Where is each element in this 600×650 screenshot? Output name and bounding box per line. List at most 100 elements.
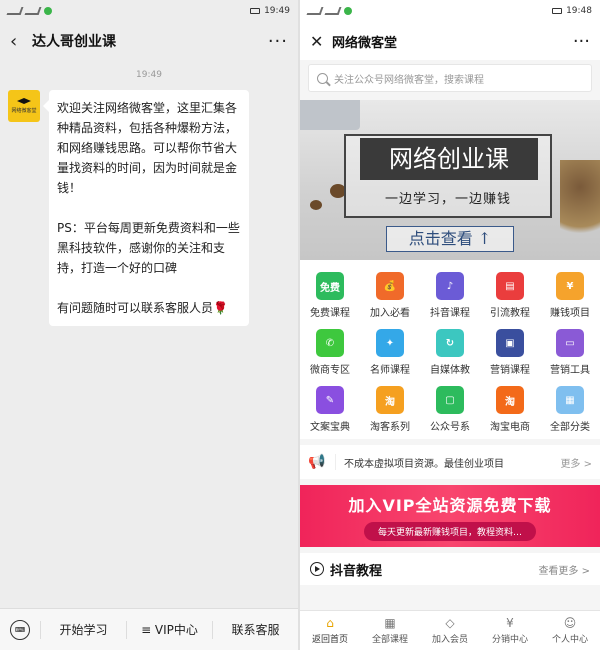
notice-bar[interactable]: 📢 不成本虚拟项目资源。最佳创业项目 更多 > [300, 445, 600, 479]
avatar-text: 网络微客堂 [11, 108, 37, 114]
message-paragraph: PS：平台每周更新免费资料和一些黑科技软件，感谢你的关注和支持，打造一个好的口碑 [57, 221, 240, 275]
status-time: 19:49 [264, 6, 290, 16]
category-label: 淘宝电商 [490, 422, 530, 433]
category-item[interactable]: ▣ 营销课程 [480, 329, 540, 376]
chat-navbar: ‹ 达人哥创业课 ··· [0, 22, 298, 60]
status-right-group: 19:48 [552, 6, 592, 16]
webpage-pane: 19:48 ✕ 网络微客堂 ··· 关注公众号网络微客堂，搜索课程 网络创业课 … [300, 0, 600, 650]
message-paragraph: 有问题随时可以联系客服人员🌹 [57, 301, 228, 315]
category-item[interactable]: 淘淘宝电商 [480, 386, 540, 433]
category-icon: ▤ [496, 272, 524, 300]
category-icon: ♪ [436, 272, 464, 300]
category-label: 淘客系列 [370, 422, 410, 433]
category-icon: 免费 [316, 272, 344, 300]
status-signal-group [6, 7, 52, 15]
tab-icon: ◇ [445, 616, 455, 630]
tab-label: 全部课程 [371, 635, 408, 645]
tab-icon: ▦ [384, 616, 396, 630]
category-item[interactable]: ¥ 赚钱项目 [540, 272, 600, 319]
category-icon: 淘 [496, 386, 524, 414]
tab-item[interactable]: ☺ 个人中心 [540, 611, 600, 650]
banner-cta-button[interactable]: 点击查看 ↑ [386, 226, 514, 252]
category-item[interactable]: ▦ 全部分类 [540, 386, 600, 433]
category-label: 免费课程 [310, 308, 350, 319]
tab-label: 返回首页 [311, 635, 348, 645]
category-icon: 淘 [376, 386, 404, 414]
category-icon: ▦ [556, 386, 584, 414]
page-title: 网络微客堂 [332, 35, 398, 51]
category-item[interactable]: ✦ 名师课程 [360, 329, 420, 376]
tab-label: 加入会员 [431, 635, 468, 645]
category-label: 营销课程 [490, 365, 530, 376]
menu-start-learning[interactable]: 开始学习 [40, 620, 126, 639]
banner-headline: 网络创业课 [360, 138, 538, 180]
promo-banner[interactable]: 网络创业课 一边学习，一边赚钱 点击查看 ↑ [300, 100, 600, 260]
wechat-icon [44, 7, 52, 15]
vip-banner[interactable]: 加入VIP全站资源免费下载 每天更新最新赚钱项目，教程资料… [300, 485, 600, 547]
category-item[interactable]: ✆ 微商专区 [300, 329, 360, 376]
status-right-group: 19:49 [250, 6, 290, 16]
tab-item[interactable]: ◇ 加入会员 [420, 611, 480, 650]
category-item[interactable]: ↻ 自媒体教 [420, 329, 480, 376]
category-label: 抖音课程 [430, 308, 470, 319]
more-icon[interactable]: ··· [573, 31, 590, 52]
category-label: 全部分类 [550, 422, 590, 433]
play-icon [310, 562, 324, 576]
battery-icon [552, 8, 563, 14]
menu-contact-service[interactable]: 联系客服 [212, 620, 298, 639]
graduation-cap-icon [17, 98, 31, 104]
tab-item[interactable]: ⌂ 返回首页 [300, 611, 360, 650]
plant-decoration [560, 160, 600, 250]
signal-icon [24, 7, 42, 15]
search-input[interactable]: 关注公众号网络微客堂，搜索课程 [308, 64, 592, 92]
category-item[interactable]: ▢ 公众号系 [420, 386, 480, 433]
category-label: 自媒体教 [430, 365, 470, 376]
tab-icon: ☺ [563, 616, 577, 630]
close-icon[interactable]: ✕ [310, 32, 332, 51]
category-icon: ▭ [556, 329, 584, 357]
category-item[interactable]: ✎ 文案宝典 [300, 386, 360, 433]
category-label: 引流教程 [490, 308, 530, 319]
category-icon: 💰 [376, 272, 404, 300]
notice-text: 不成本虚拟项目资源。最佳创业项目 [344, 458, 504, 470]
category-item[interactable]: ▭ 营销工具 [540, 329, 600, 376]
web-navbar: ✕ 网络微客堂 ··· [300, 22, 600, 60]
message-row: 网络微客堂 欢迎关注网络微客堂，这里汇集各种精品资料，包括各种爆粉方法，和网络赚… [8, 90, 290, 326]
message-paragraph: 欢迎关注网络微客堂，这里汇集各种精品资料，包括各种爆粉方法，和网络赚钱思路。可以… [57, 101, 238, 195]
nut-decoration [310, 200, 322, 210]
avatar[interactable]: 网络微客堂 [8, 90, 40, 122]
tab-icon: ¥ [506, 616, 514, 630]
tab-label: 个人中心 [551, 635, 588, 645]
wechat-icon [344, 7, 352, 15]
menu-vip-center[interactable]: ≡ VIP中心 [126, 620, 212, 639]
more-icon[interactable]: ··· [268, 31, 288, 52]
notice-more-link[interactable]: 更多 > [560, 455, 592, 470]
category-label: 名师课程 [370, 365, 410, 376]
laptop-image [300, 100, 360, 130]
tab-icon: ⌂ [326, 616, 334, 630]
category-label: 公众号系 [430, 422, 470, 433]
tab-item[interactable]: ¥ 分销中心 [480, 611, 540, 650]
category-item[interactable]: 免费 免费课程 [300, 272, 360, 319]
section-more-link[interactable]: 查看更多 > [538, 562, 590, 577]
category-icon: ✆ [316, 329, 344, 357]
category-icon: ↻ [436, 329, 464, 357]
category-item[interactable]: 💰 加入必看 [360, 272, 420, 319]
status-bar: 19:48 [300, 0, 600, 22]
status-time: 19:48 [566, 6, 592, 16]
keyboard-icon[interactable]: ⌨ [10, 619, 30, 640]
message-bubble: 欢迎关注网络微客堂，这里汇集各种精品资料，包括各种爆粉方法，和网络赚钱思路。可以… [43, 90, 249, 326]
back-icon[interactable]: ‹ [10, 31, 32, 52]
vip-title: 加入VIP全站资源免费下载 [348, 495, 552, 515]
category-item[interactable]: 淘淘客系列 [360, 386, 420, 433]
category-label: 微商专区 [310, 365, 350, 376]
tab-item[interactable]: ▦ 全部课程 [360, 611, 420, 650]
chat-pane: 19:49 ‹ 达人哥创业课 ··· 19:49 网络微客堂 欢迎关注网络微客堂… [0, 0, 298, 650]
category-icon: ✎ [316, 386, 344, 414]
category-item[interactable]: ▤ 引流教程 [480, 272, 540, 319]
category-icon: ▢ [436, 386, 464, 414]
category-label: 营销工具 [550, 365, 590, 376]
category-item[interactable]: ♪ 抖音课程 [420, 272, 480, 319]
signal-icon [324, 7, 342, 15]
banner-subline: 一边学习，一边赚钱 [384, 192, 511, 207]
